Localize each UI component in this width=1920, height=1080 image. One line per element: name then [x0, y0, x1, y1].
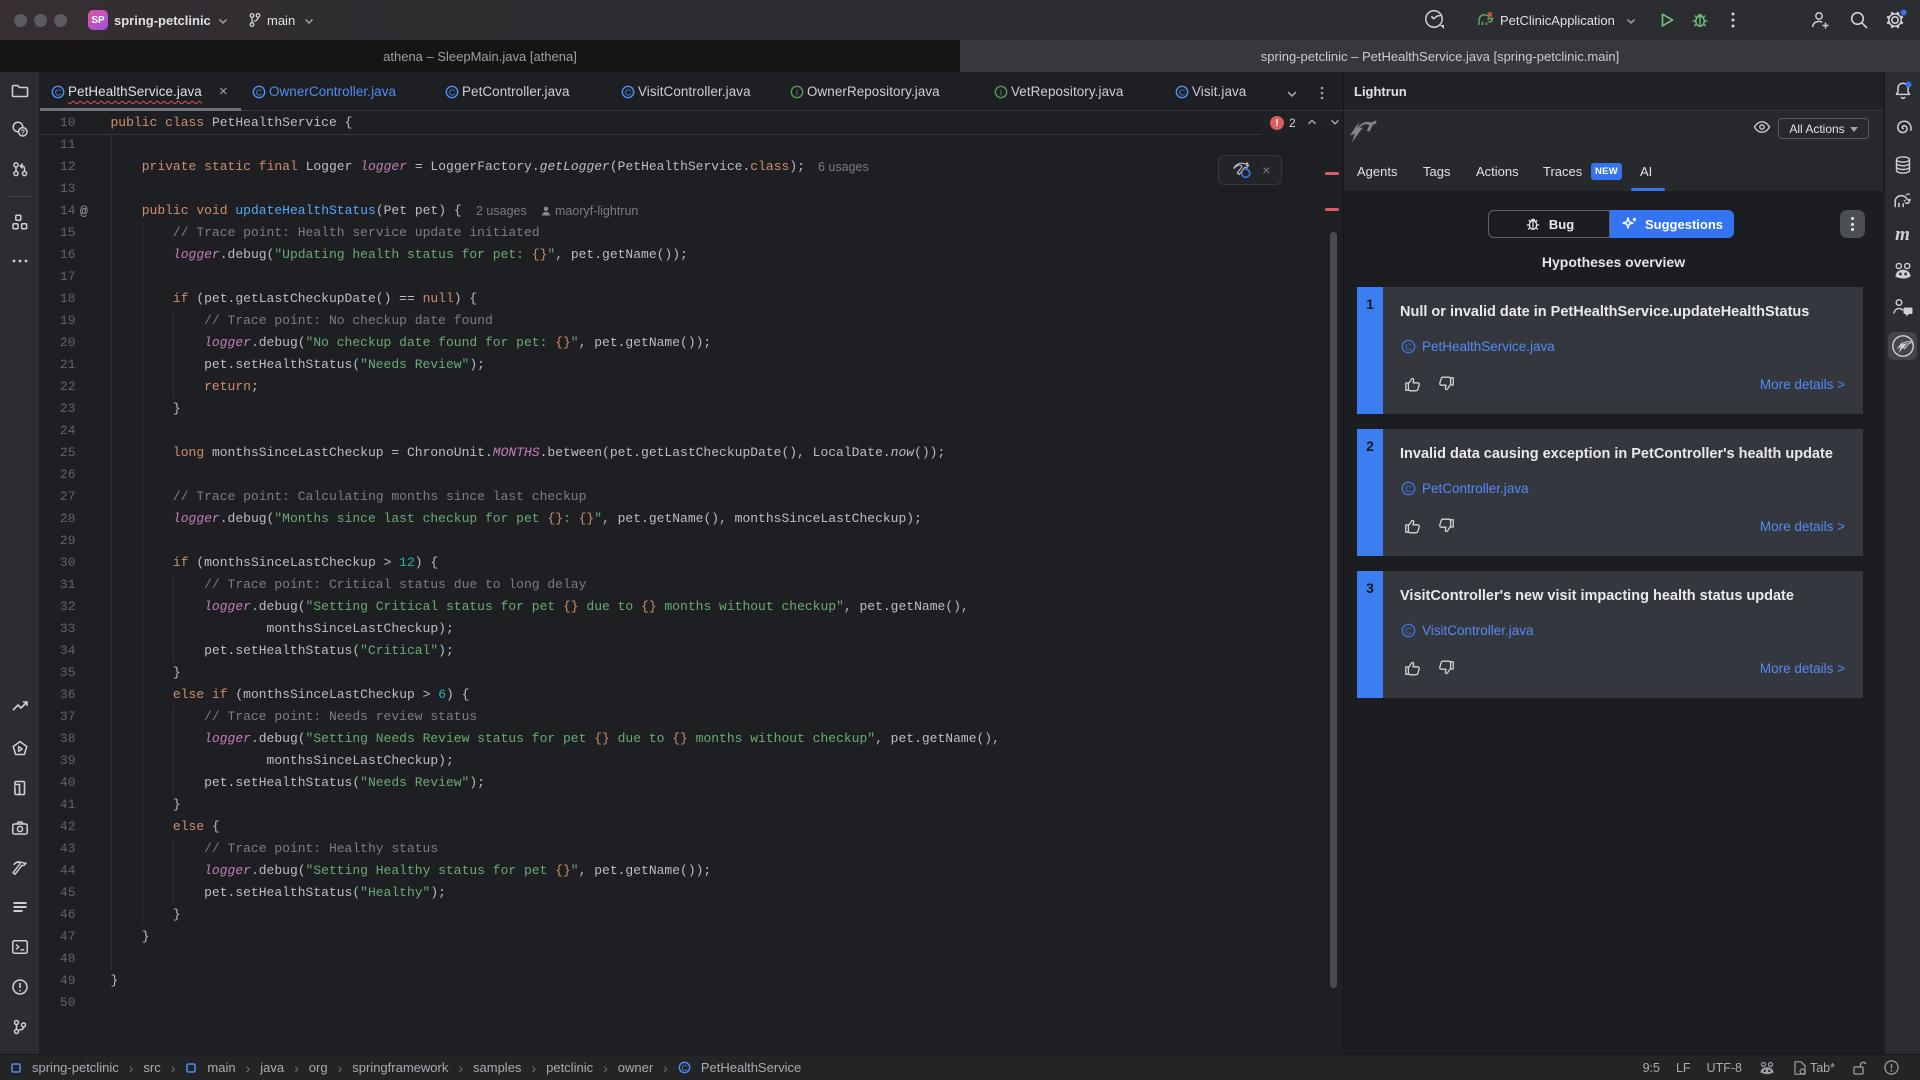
- svg-text:C: C: [256, 88, 262, 98]
- svg-text:C: C: [1405, 484, 1412, 494]
- svg-text:C: C: [1179, 88, 1185, 98]
- svg-text:I: I: [1000, 88, 1002, 98]
- svg-text:C: C: [625, 88, 631, 98]
- svg-text:C: C: [1405, 626, 1412, 636]
- svg-text:I: I: [796, 88, 798, 98]
- svg-text:?: ?: [20, 128, 25, 137]
- svg-text:C: C: [1405, 342, 1412, 352]
- svg-text:C: C: [449, 88, 455, 98]
- svg-text:C: C: [681, 1064, 687, 1073]
- svg-text:C: C: [55, 88, 61, 98]
